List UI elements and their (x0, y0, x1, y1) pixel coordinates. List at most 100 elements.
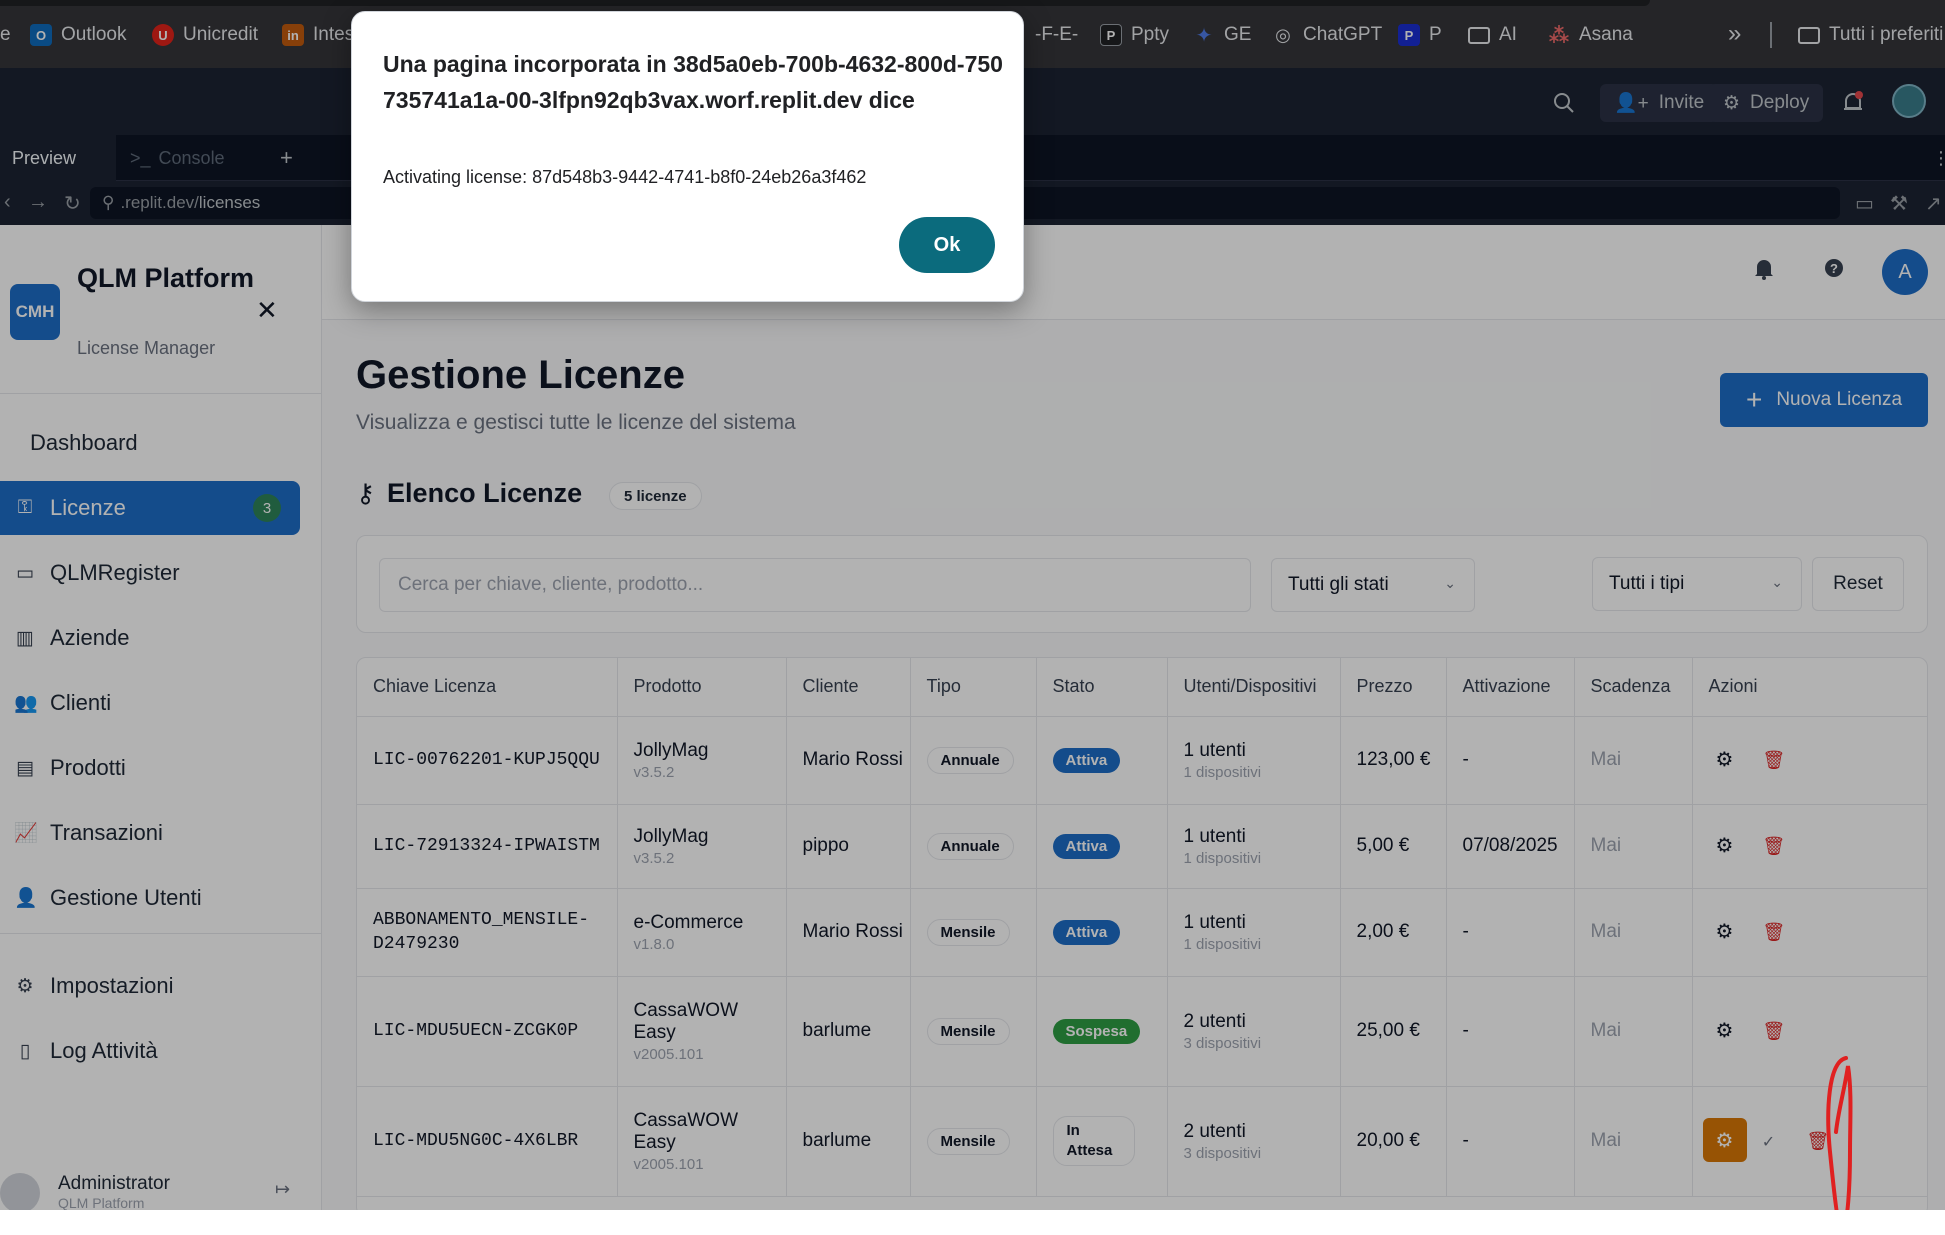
devices-count: 1 dispositivi (1183, 763, 1262, 781)
key-icon: ⚷ (356, 478, 376, 508)
gear-icon: ⚙ (16, 975, 34, 997)
license-key-cell: LIC-MDU5NG0C-4X6LBR (357, 1086, 618, 1197)
reload-icon[interactable]: ↻ (64, 191, 81, 216)
actions-cell: ⚙ 🗑 (1692, 888, 1927, 977)
table-row: LIC-MDU5UECN-ZCGK0P CassaWOW Easy v2005.1… (357, 976, 1927, 1087)
expiry-cell: Mai (1574, 888, 1693, 977)
col-cliente: Cliente (786, 658, 911, 717)
user-avatar[interactable]: A (1882, 249, 1928, 295)
invite-button[interactable]: 👤+ Invite (1600, 84, 1719, 122)
bookmark-ge[interactable]: ✦ GE (1193, 24, 1252, 47)
users-cell: 2 utenti 3 dispositivi (1167, 1086, 1341, 1197)
notifications-icon[interactable] (1842, 84, 1864, 122)
delete-trash-icon[interactable]: 🗑 (1752, 825, 1796, 869)
bookmark-all-favorites[interactable]: Tutti i preferiti (1798, 24, 1943, 46)
deploy-button[interactable]: ⚙ Deploy (1709, 84, 1824, 122)
ok-button[interactable]: Ok (899, 217, 995, 273)
bookmark-p[interactable]: PP (1398, 24, 1442, 46)
sidebar-item-qlmregister[interactable]: ▭ QLMRegister (0, 546, 300, 600)
type-select[interactable]: Tutti i tipi ⌄ (1592, 557, 1802, 611)
status-cell: Sospesa (1036, 976, 1168, 1087)
new-tab-button[interactable]: + (268, 135, 305, 181)
forward-icon[interactable]: → (28, 191, 48, 214)
activation-cell: - (1446, 1086, 1575, 1197)
sidebar-item-log-attivita[interactable]: ▯ Log Attività (0, 1024, 300, 1078)
users-count: 2 utenti (1183, 1120, 1246, 1142)
search-icon[interactable] (1553, 84, 1575, 122)
settings-gear-icon[interactable]: ⚙ (1703, 824, 1747, 868)
user-profile[interactable]: Administrator QLM Platform ↦ (0, 1165, 322, 1210)
bell-icon[interactable] (1754, 258, 1774, 286)
bookmark-unicredit[interactable]: U Unicredit (152, 24, 258, 46)
users-cell: 2 utenti 3 dispositivi (1167, 976, 1341, 1087)
delete-trash-icon[interactable]: 🗑 (1752, 1010, 1796, 1054)
monitor-icon: ▭ (16, 562, 34, 584)
sidebar-item-licenze[interactable]: ⚿ Licenze 3 (0, 481, 300, 535)
more-bookmarks-button[interactable]: » (1728, 20, 1741, 48)
bookmark-ai[interactable]: AI (1468, 24, 1517, 46)
devices-icon[interactable]: ▭ (1855, 191, 1874, 216)
bookmark-chatgpt[interactable]: ◎ ChatGPT (1272, 24, 1382, 46)
actions-cell: ⚙ ✓ 🗑 (1692, 1086, 1927, 1197)
delete-trash-icon[interactable]: 🗑 (1752, 911, 1796, 955)
status-select[interactable]: Tutti gli stati ⌄ (1271, 558, 1475, 612)
logout-icon[interactable]: ↦ (275, 1179, 290, 1200)
bookmark-asana[interactable]: ⁂ Asana (1548, 24, 1633, 47)
building-icon: ▥ (16, 627, 34, 649)
sidebar-item-impostazioni[interactable]: ⚙ Impostazioni (0, 959, 300, 1013)
close-sidebar-icon[interactable]: ✕ (256, 295, 278, 326)
link-icon: ⚲ (102, 193, 115, 212)
sidebar-item-prodotti[interactable]: ▤ Prodotti (0, 741, 300, 795)
intesa-icon: in (282, 24, 304, 46)
devices-count: 3 dispositivi (1183, 1034, 1262, 1052)
sidebar-item-gestione-utenti[interactable]: 👤 Gestione Utenti (0, 871, 300, 925)
user-cog-icon: 👤 (14, 888, 38, 909)
wrench-icon[interactable]: ⚒ (1890, 191, 1908, 216)
license-key-cell: LIC-00762201-KUPJ5QQU (357, 716, 618, 805)
product-name: CassaWOW Easy (633, 999, 739, 1043)
settings-gear-icon[interactable]: ⚙ (1703, 910, 1747, 954)
bookmark-outlook[interactable]: O Outlook (30, 24, 126, 46)
help-icon[interactable]: ? (1824, 258, 1844, 284)
sidebar-divider (0, 933, 332, 934)
new-license-button[interactable]: + Nuova Licenza (1720, 373, 1928, 427)
col-utenti: Utenti/Dispositivi (1167, 658, 1341, 717)
table-header-row: Chiave Licenza Prodotto Cliente Tipo Sta… (357, 658, 1927, 717)
users-count: 1 utenti (1183, 739, 1246, 761)
settings-gear-icon[interactable]: ⚙ (1702, 1118, 1747, 1163)
open-external-icon[interactable]: ↗ (1925, 191, 1942, 216)
settings-gear-icon[interactable]: ⚙ (1703, 738, 1747, 782)
sidebar-item-dashboard[interactable]: Dashboard (0, 416, 300, 470)
sidebar-item-transazioni[interactable]: 📈 Transazioni (0, 806, 300, 860)
brand-subtitle: License Manager (77, 338, 216, 358)
devices-count: 3 dispositivi (1183, 1144, 1262, 1162)
bookmark-ppty[interactable]: P Ppty (1100, 24, 1169, 46)
user-name: Administrator (58, 1173, 170, 1194)
licenses-table: Chiave Licenza Prodotto Cliente Tipo Sta… (356, 657, 1928, 1210)
more-options-icon[interactable]: ⋮ (1920, 135, 1945, 181)
bookmark-fe[interactable]: -F-E- (1035, 24, 1078, 46)
bookmark-intesa[interactable]: in Intes (282, 24, 354, 46)
svg-text:?: ? (1830, 261, 1838, 276)
bookmark-e[interactable]: e (0, 24, 11, 46)
client-cell: barlume (786, 1086, 911, 1197)
reset-button[interactable]: Reset (1812, 557, 1904, 611)
product-name: CassaWOW Easy (633, 1109, 739, 1153)
client-cell: Mario Rossi (786, 888, 911, 977)
tab-console[interactable]: >_ Console (118, 135, 258, 181)
tab-preview[interactable]: Preview (0, 135, 116, 181)
users-cell: 1 utenti 1 dispositivi (1167, 716, 1341, 805)
settings-gear-icon[interactable]: ⚙ (1703, 1009, 1747, 1053)
search-input[interactable]: Cerca per chiave, cliente, prodotto... (379, 558, 1251, 612)
replit-user-avatar[interactable] (1892, 84, 1926, 118)
dialog-title: Una pagina incorporata in 38d5a0eb-700b-… (383, 51, 1003, 113)
sidebar-item-clienti[interactable]: 👥 Clienti (0, 676, 300, 730)
activate-icon[interactable]: ✓ (1747, 1120, 1791, 1164)
sidebar-item-aziende[interactable]: ▥ Aziende (0, 611, 300, 665)
delete-trash-icon[interactable]: 🗑 (1752, 739, 1796, 783)
bookmarks-divider (1770, 22, 1772, 48)
back-icon[interactable]: ‹ (4, 191, 11, 214)
product-name: e-Commerce (633, 911, 744, 933)
delete-trash-icon[interactable]: 🗑 (1796, 1119, 1840, 1163)
status-cell: In Attesa (1036, 1086, 1168, 1197)
